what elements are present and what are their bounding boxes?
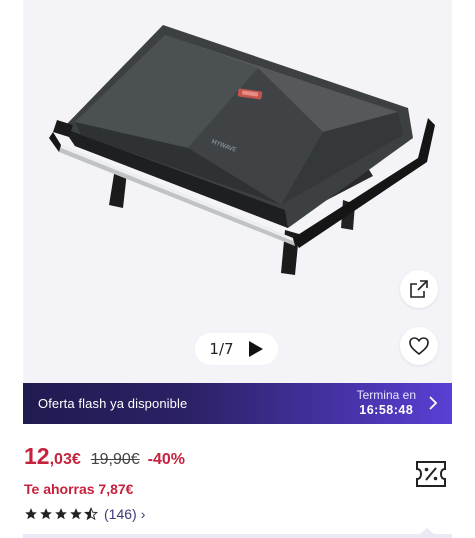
- rating-count[interactable]: (146): [104, 506, 137, 522]
- bottom-strip: [23, 534, 452, 538]
- countdown-time: 16:58:48: [359, 403, 414, 418]
- star-icon: [25, 508, 37, 520]
- savings-text: Te ahorras 7,87€: [24, 481, 134, 497]
- rating-chevron-icon[interactable]: ›: [141, 506, 146, 522]
- price-row: 12 ,03€ 19,90€ -40%: [24, 443, 185, 470]
- rating-row[interactable]: (146) ›: [24, 506, 145, 522]
- play-icon[interactable]: [248, 340, 264, 358]
- discount-ticket-icon[interactable]: [413, 458, 449, 490]
- discount-badge: -40%: [147, 451, 186, 468]
- price-decimal: ,03€: [49, 451, 81, 468]
- image-counter: 1/7: [209, 340, 234, 358]
- star-icon: [55, 508, 67, 520]
- star-icon: [70, 508, 82, 520]
- star-icon: [40, 508, 52, 520]
- star-half-icon: [84, 507, 98, 521]
- open-external-icon: [410, 280, 428, 298]
- flash-countdown-group: Termina en 16:58:48: [357, 389, 438, 417]
- share-button[interactable]: [400, 270, 438, 308]
- heart-icon: [409, 337, 429, 356]
- gallery-counter[interactable]: 1/7: [195, 333, 278, 365]
- chevron-right-icon[interactable]: [428, 395, 438, 411]
- countdown-label: Termina en: [356, 388, 416, 403]
- rating-stars: [24, 507, 98, 521]
- original-price: 19,90€: [90, 451, 140, 468]
- countdown: Termina en 16:58:48: [356, 388, 416, 418]
- flash-sale-banner[interactable]: Oferta flash ya disponible Termina en 16…: [23, 383, 452, 424]
- price-integer: 12: [24, 443, 50, 469]
- favorite-button[interactable]: [400, 327, 438, 365]
- product-gallery[interactable]: MYWAVE 1/7: [23, 0, 452, 383]
- flash-sale-text: Oferta flash ya disponible: [38, 396, 188, 411]
- product-image[interactable]: MYWAVE: [23, 0, 452, 383]
